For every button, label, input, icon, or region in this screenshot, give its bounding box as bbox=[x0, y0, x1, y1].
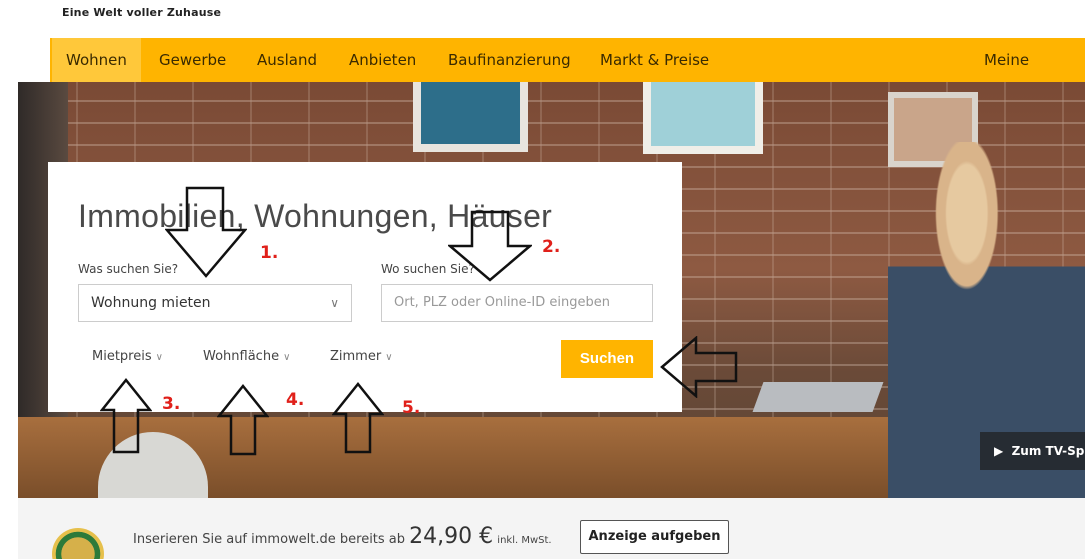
play-icon: ▶ bbox=[994, 444, 1004, 458]
tv-spot-label: Zum TV-Sp bbox=[1011, 444, 1085, 458]
property-type-value: Wohnung mieten bbox=[91, 295, 211, 311]
promo-price: 24,90 € bbox=[409, 524, 494, 549]
nav-item-markt-preise[interactable]: Markt & Preise bbox=[586, 38, 723, 82]
nav-item-ausland[interactable]: Ausland bbox=[243, 38, 331, 82]
promo-bar: Inserieren Sie auf immowelt.de bereits a… bbox=[18, 498, 1085, 559]
picture-frame bbox=[413, 82, 528, 152]
filter-wohnflaeche[interactable]: Wohnfläche ∨ bbox=[203, 349, 290, 364]
location-placeholder: Ort, PLZ oder Online-ID eingeben bbox=[394, 295, 610, 310]
filter-zimmer[interactable]: Zimmer ∨ bbox=[330, 349, 393, 364]
annotation-2: 2. bbox=[542, 237, 561, 257]
arrow-up-icon bbox=[217, 384, 269, 456]
chevron-down-icon: ∨ bbox=[155, 352, 163, 363]
chevron-down-icon: ∨ bbox=[283, 352, 291, 363]
site-tagline: Eine Welt voller Zuhause bbox=[62, 6, 222, 19]
main-nav: Wohnen Gewerbe Ausland Anbieten Baufinan… bbox=[50, 38, 1085, 113]
award-badge-icon bbox=[52, 528, 104, 559]
promo-text: Inserieren Sie auf immowelt.de bereits a… bbox=[133, 524, 552, 549]
location-input[interactable]: Ort, PLZ oder Online-ID eingeben bbox=[381, 284, 653, 322]
filter-wohnflaeche-label: Wohnfläche bbox=[203, 349, 280, 364]
search-button[interactable]: Suchen bbox=[561, 340, 653, 378]
arrow-down-icon bbox=[448, 210, 532, 282]
arrow-left-icon bbox=[660, 336, 738, 398]
chevron-down-icon: ∨ bbox=[330, 296, 339, 310]
promo-lead: Inserieren Sie auf immowelt.de bereits a… bbox=[133, 532, 406, 547]
nav-item-gewerbe[interactable]: Gewerbe bbox=[145, 38, 240, 82]
annotation-4: 4. bbox=[286, 390, 305, 410]
laptop bbox=[752, 382, 884, 412]
filter-zimmer-label: Zimmer bbox=[330, 349, 382, 364]
annotation-1: 1. bbox=[260, 243, 279, 263]
place-ad-button[interactable]: Anzeige aufgeben bbox=[580, 520, 729, 554]
arrow-up-icon bbox=[100, 378, 152, 454]
filter-mietpreis[interactable]: Mietpreis ∨ bbox=[92, 349, 163, 364]
promo-tax-note: inkl. MwSt. bbox=[497, 535, 552, 546]
arrow-down-icon bbox=[165, 186, 247, 278]
chevron-down-icon: ∨ bbox=[385, 352, 393, 363]
arrow-up-icon bbox=[332, 382, 384, 454]
property-type-select[interactable]: Wohnung mieten ∨ bbox=[78, 284, 352, 322]
search-card: Immobilien, Wohnungen, Häuser Was suchen… bbox=[48, 162, 682, 412]
what-label: Was suchen Sie? bbox=[78, 262, 179, 276]
annotation-5: 5. bbox=[402, 398, 421, 418]
nav-item-meine-immowelt[interactable]: Meine Immow bbox=[970, 38, 1085, 113]
nav-item-wohnen[interactable]: Wohnen bbox=[52, 38, 141, 82]
nav-item-baufinanzierung[interactable]: Baufinanzierung bbox=[434, 38, 585, 82]
annotation-3: 3. bbox=[162, 394, 181, 414]
tv-spot-button[interactable]: ▶ Zum TV-Sp bbox=[980, 432, 1085, 470]
picture-frame bbox=[643, 82, 763, 154]
nav-item-anbieten[interactable]: Anbieten bbox=[335, 38, 430, 82]
filter-mietpreis-label: Mietpreis bbox=[92, 349, 152, 364]
